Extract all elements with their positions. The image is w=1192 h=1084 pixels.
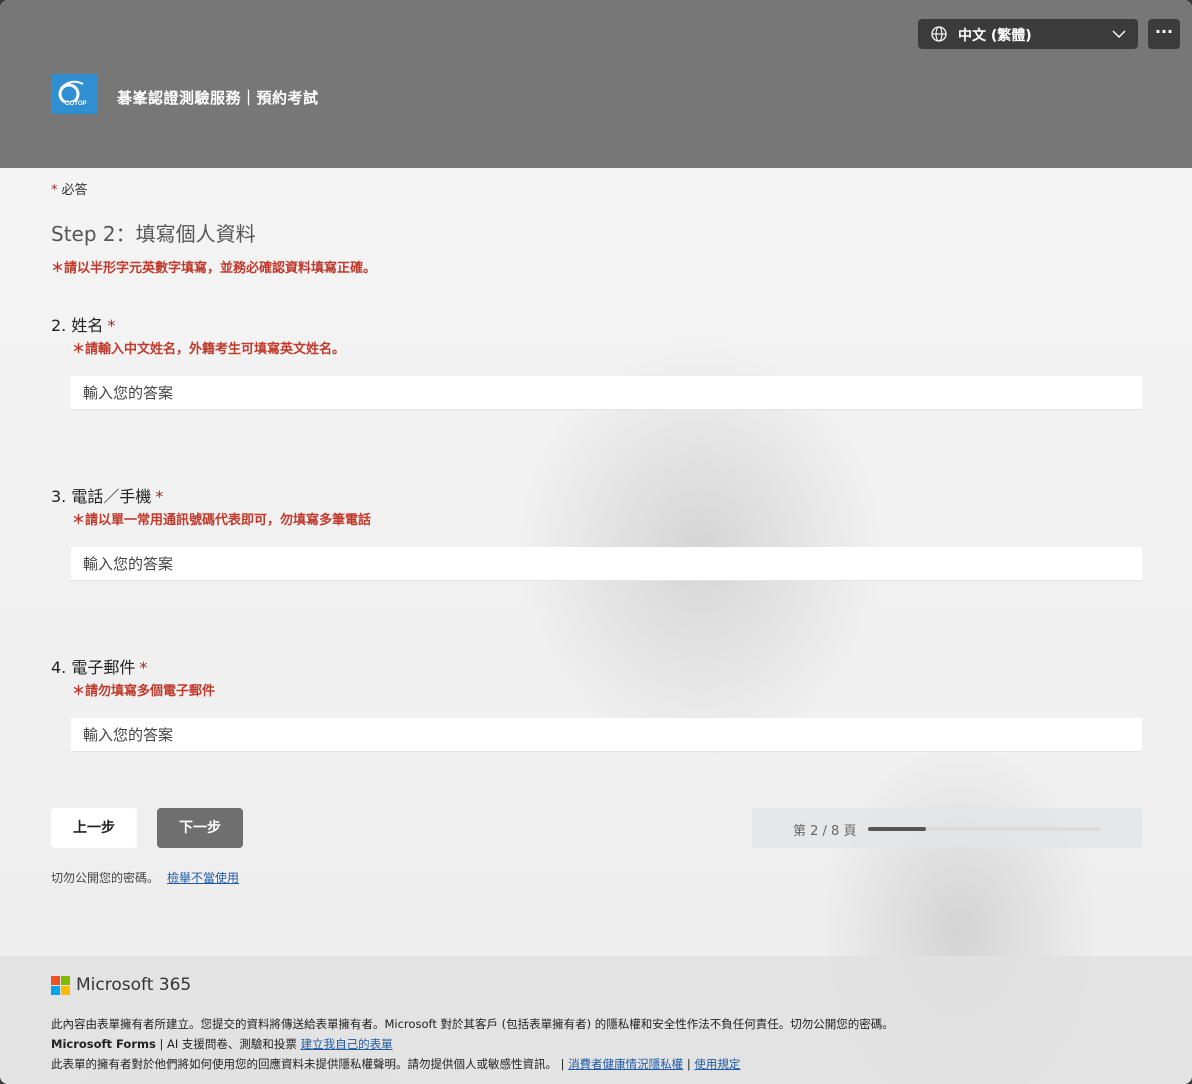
progress-track bbox=[868, 827, 1101, 831]
microsoft-logo bbox=[51, 976, 71, 996]
separator: | bbox=[683, 1057, 695, 1071]
required-marker: * bbox=[155, 487, 164, 506]
brand-name: Microsoft 365 bbox=[76, 975, 192, 995]
next-button[interactable]: 下一步 bbox=[157, 808, 243, 848]
question-title: 4. 電子郵件 bbox=[51, 658, 136, 677]
page-progress: 第 2 / 8 頁 bbox=[752, 808, 1142, 848]
privacy-line: 此表單的擁有者對於他們將如何使用您的回應資料未提供隱私權聲明。請勿提供個人或敏感… bbox=[51, 1056, 740, 1072]
privacy-text: 此表單的擁有者對於他們將如何使用您的回應資料未提供隱私權聲明。請勿提供個人或敏感… bbox=[51, 1057, 569, 1071]
progress-text: 第 2 / 8 頁 bbox=[793, 824, 857, 839]
question-name: 2. 姓名 * ＊請輸入中文姓名，外籍考生可填寫英文姓名。 bbox=[51, 312, 1142, 410]
gotop-logo: GOTOP bbox=[51, 74, 98, 114]
question-title: 2. 姓名 bbox=[51, 316, 104, 335]
form-window: 中文 (繁體) ··· GOTOP 碁峯認證測驗服務｜預約考試 * 必答 Step… bbox=[0, 0, 1192, 1084]
section-title: Step 2：填寫個人資料 bbox=[51, 222, 256, 246]
question-label: 3. 電話／手機 * bbox=[51, 483, 1141, 507]
health-privacy-link[interactable]: 消費者健康情況隱私權 bbox=[568, 1057, 683, 1071]
report-abuse-link[interactable]: 檢舉不當使用 bbox=[167, 871, 239, 885]
previous-button[interactable]: 上一步 bbox=[51, 808, 137, 848]
disclaimer-line: 此內容由表單擁有者所建立。您提交的資料將傳送給表單擁有者。Microsoft 對… bbox=[51, 1017, 894, 1031]
required-marker: * bbox=[107, 316, 116, 335]
logo-mark bbox=[58, 80, 91, 109]
language-select[interactable]: 中文 (繁體) bbox=[918, 19, 1138, 49]
required-marker: * bbox=[139, 658, 148, 677]
background-image bbox=[0, 168, 1192, 1084]
question-email: 4. 電子郵件 * ＊請勿填寫多個電子郵件 bbox=[51, 654, 1142, 752]
phone-input[interactable] bbox=[71, 547, 1142, 581]
logo-text: GOTOP bbox=[65, 101, 87, 107]
question-phone: 3. 電話／手機 * ＊請以單一常用通訊號碼代表即可，勿填寫多筆電話 bbox=[51, 483, 1142, 581]
create-form-link[interactable]: 建立我自己的表單 bbox=[301, 1037, 393, 1051]
required-label: 必答 bbox=[61, 183, 88, 198]
password-note: 切勿公開您的密碼。 bbox=[51, 871, 160, 885]
language-label: 中文 (繁體) bbox=[958, 28, 1032, 44]
form-header: 中文 (繁體) ··· GOTOP 碁峯認證測驗服務｜預約考試 bbox=[0, 0, 1192, 168]
more-options-button[interactable]: ··· bbox=[1148, 19, 1180, 49]
email-input[interactable] bbox=[71, 718, 1142, 752]
question-hint: ＊請勿填寫多個電子郵件 bbox=[72, 684, 216, 699]
globe-icon bbox=[931, 26, 947, 42]
footer: Microsoft 365 此內容由表單擁有者所建立。您提交的資料將傳送給表單擁… bbox=[0, 956, 1192, 1084]
forms-line: Microsoft Forms | AI 支援問卷、測驗和投票 建立我自己的表單 bbox=[51, 1036, 393, 1052]
name-input[interactable] bbox=[71, 376, 1142, 410]
more-icon: ··· bbox=[1154, 22, 1174, 41]
chevron-down-icon bbox=[1112, 30, 1126, 38]
question-hint: ＊請以單一常用通訊號碼代表即可，勿填寫多筆電話 bbox=[72, 513, 372, 528]
required-marker: * bbox=[51, 183, 58, 198]
section-note: ＊請以半形字元英數字填寫，並務必確認資料填寫正確。 bbox=[51, 261, 377, 276]
question-label: 4. 電子郵件 * bbox=[51, 654, 1141, 678]
progress-fill bbox=[868, 827, 927, 831]
question-label: 2. 姓名 * bbox=[51, 312, 1141, 336]
password-warning: 切勿公開您的密碼。 檢舉不當使用 bbox=[51, 869, 239, 886]
forms-tagline: | AI 支援問卷、測驗和投票 bbox=[155, 1037, 301, 1051]
form-title: 碁峯認證測驗服務｜預約考試 bbox=[117, 89, 319, 107]
forms-brand: Microsoft Forms bbox=[51, 1037, 156, 1051]
question-hint: ＊請輸入中文姓名，外籍考生可填寫英文姓名。 bbox=[72, 342, 346, 357]
required-legend: * 必答 bbox=[51, 179, 88, 198]
terms-link[interactable]: 使用規定 bbox=[694, 1057, 740, 1071]
question-title: 3. 電話／手機 bbox=[51, 487, 152, 506]
